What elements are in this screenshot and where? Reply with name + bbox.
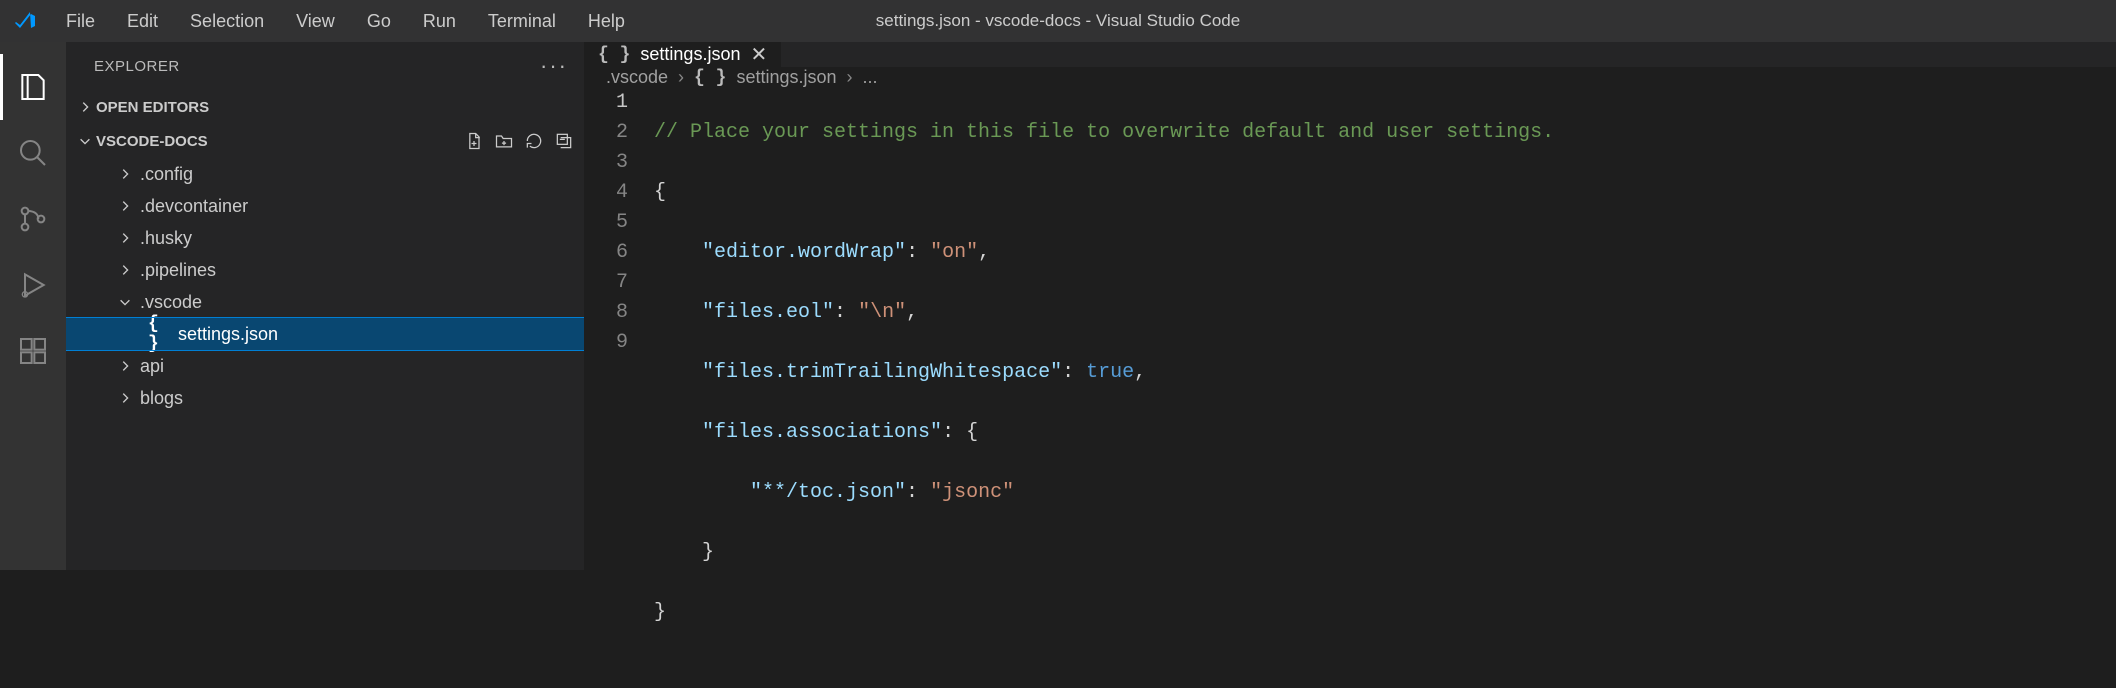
chevron-right-icon xyxy=(74,100,96,114)
activity-explorer-icon[interactable] xyxy=(0,54,66,120)
tree-item-label: .vscode xyxy=(140,292,202,313)
breadcrumb-ellipsis[interactable]: ... xyxy=(863,67,878,88)
tree-item-label: .devcontainer xyxy=(140,196,248,217)
tree-file[interactable]: { }settings.json xyxy=(66,318,584,350)
open-editors-section[interactable]: OPEN EDITORS xyxy=(66,90,584,124)
activity-run-debug-icon[interactable] xyxy=(0,252,66,318)
workspace-folder-section[interactable]: VSCODE-DOCS xyxy=(66,124,584,158)
activity-source-control-icon[interactable] xyxy=(0,186,66,252)
explorer-more-icon[interactable]: ··· xyxy=(540,53,568,79)
menu-file[interactable]: File xyxy=(50,0,111,42)
new-file-icon[interactable] xyxy=(464,131,484,151)
chevron-right-icon xyxy=(114,359,136,373)
menu-edit[interactable]: Edit xyxy=(111,0,174,42)
tree-folder[interactable]: api xyxy=(66,350,584,382)
tree-folder[interactable]: .devcontainer xyxy=(66,190,584,222)
activity-bar xyxy=(0,42,66,570)
code-editor[interactable]: 123456789 // Place your settings in this… xyxy=(584,88,2116,688)
new-folder-icon[interactable] xyxy=(494,131,514,151)
line-number: 9 xyxy=(584,328,628,358)
tree-folder[interactable]: blogs xyxy=(66,382,584,414)
menu-run[interactable]: Run xyxy=(407,0,472,42)
line-number: 3 xyxy=(584,148,628,178)
line-number: 6 xyxy=(584,238,628,268)
chevron-down-icon xyxy=(114,295,136,309)
tree-folder[interactable]: .pipelines xyxy=(66,254,584,286)
line-number: 4 xyxy=(584,178,628,208)
refresh-icon[interactable] xyxy=(524,131,544,151)
menu-selection[interactable]: Selection xyxy=(174,0,280,42)
code-comment: // Place your settings in this file to o… xyxy=(654,121,1554,144)
tree-folder[interactable]: .config xyxy=(66,158,584,190)
chevron-right-icon xyxy=(114,231,136,245)
titlebar: File Edit Selection View Go Run Terminal… xyxy=(0,0,2116,42)
window-title: settings.json - vscode-docs - Visual Stu… xyxy=(876,11,1240,31)
chevron-right-icon xyxy=(114,167,136,181)
chevron-right-icon: › xyxy=(847,67,853,88)
breadcrumbs[interactable]: .vscode › { } settings.json › ... xyxy=(584,67,2116,88)
line-number: 1 xyxy=(584,88,628,118)
collapse-all-icon[interactable] xyxy=(554,131,574,151)
close-icon[interactable]: ✕ xyxy=(750,42,767,67)
editor-area: { } settings.json ✕ .vscode › { } settin… xyxy=(584,42,2116,570)
file-tree: .config .devcontainer .husky .pipelines .vsc… xyxy=(66,158,584,570)
tree-item-label: settings.json xyxy=(178,324,278,345)
workspace-folder-label: VSCODE-DOCS xyxy=(96,133,208,150)
line-number: 2 xyxy=(584,118,628,148)
menu-terminal[interactable]: Terminal xyxy=(472,0,572,42)
json-file-icon: { } xyxy=(148,314,174,354)
chevron-right-icon: › xyxy=(678,67,684,88)
tree-folder[interactable]: .husky xyxy=(66,222,584,254)
code-content[interactable]: // Place your settings in this file to o… xyxy=(654,88,2116,688)
line-gutter: 123456789 xyxy=(584,88,654,688)
explorer-header: EXPLORER ··· xyxy=(66,42,584,90)
json-file-icon: { } xyxy=(694,68,726,88)
chevron-down-icon xyxy=(74,134,96,148)
activity-extensions-icon[interactable] xyxy=(0,318,66,384)
chevron-right-icon xyxy=(114,199,136,213)
tree-item-label: .husky xyxy=(140,228,192,249)
explorer-title: EXPLORER xyxy=(94,58,180,75)
open-editors-label: OPEN EDITORS xyxy=(96,99,209,116)
menu-view[interactable]: View xyxy=(280,0,351,42)
tab-settings-json[interactable]: { } settings.json ✕ xyxy=(584,42,782,67)
line-number: 8 xyxy=(584,298,628,328)
tree-item-label: blogs xyxy=(140,388,183,409)
vscode-logo xyxy=(0,9,50,33)
menu-go[interactable]: Go xyxy=(351,0,407,42)
tree-folder[interactable]: .vscode xyxy=(66,286,584,318)
json-file-icon: { } xyxy=(598,45,630,65)
menu-help[interactable]: Help xyxy=(572,0,641,42)
tree-item-label: .pipelines xyxy=(140,260,216,281)
line-number: 7 xyxy=(584,268,628,298)
tab-bar: { } settings.json ✕ xyxy=(584,42,2116,67)
chevron-right-icon xyxy=(114,263,136,277)
menubar: File Edit Selection View Go Run Terminal… xyxy=(50,0,641,42)
tree-item-label: .config xyxy=(140,164,193,185)
tree-item-label: api xyxy=(140,356,164,377)
breadcrumb-folder[interactable]: .vscode xyxy=(606,67,668,88)
explorer-sidebar: EXPLORER ··· OPEN EDITORS VSCODE-DOCS xyxy=(66,42,584,570)
line-number: 5 xyxy=(584,208,628,238)
breadcrumb-file[interactable]: settings.json xyxy=(736,67,836,88)
tab-label: settings.json xyxy=(640,44,740,65)
folder-actions xyxy=(464,131,574,151)
activity-search-icon[interactable] xyxy=(0,120,66,186)
chevron-right-icon xyxy=(114,391,136,405)
